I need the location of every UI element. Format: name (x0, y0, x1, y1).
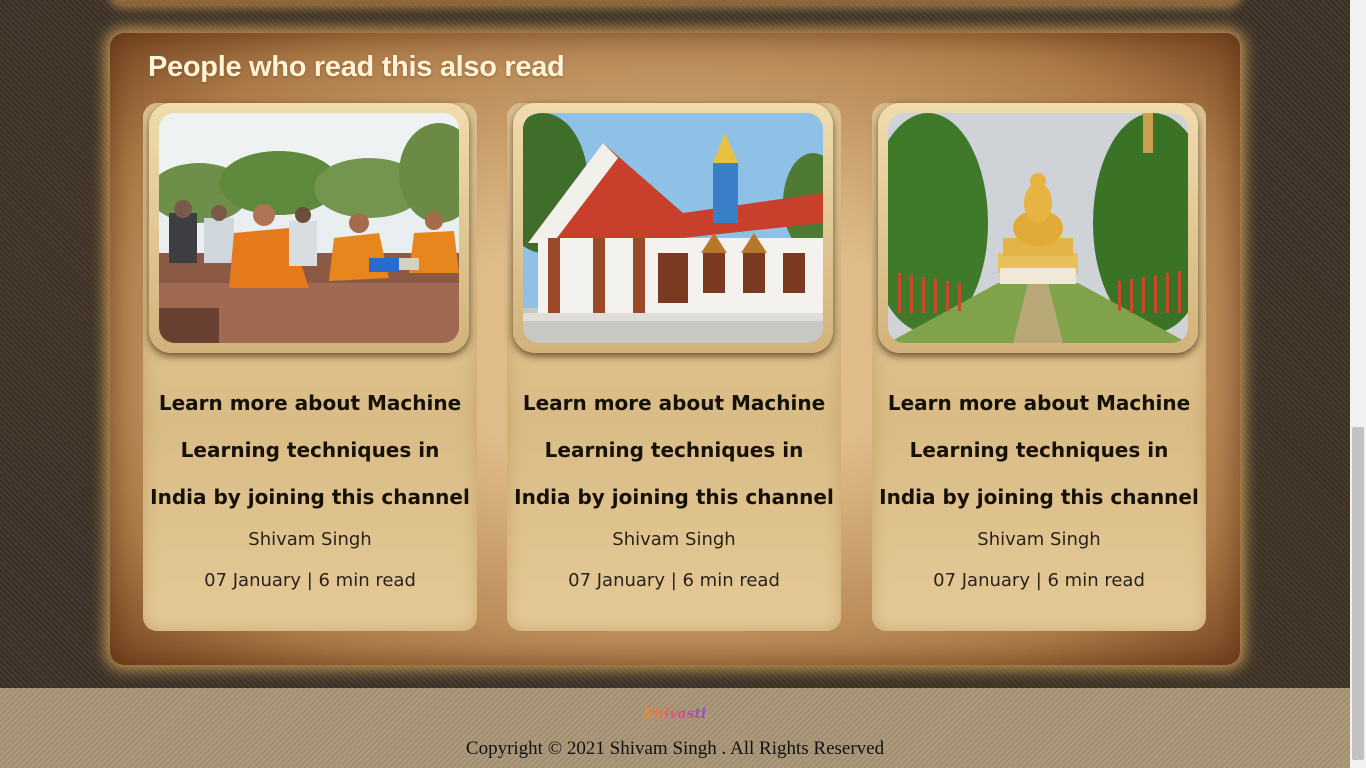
article-title-line[interactable]: Learn more about Machine (143, 380, 477, 427)
article-meta: 07 January | 6 min read (933, 570, 1145, 591)
article-image-frame (149, 103, 469, 353)
article-author: Shivam Singh (612, 529, 736, 550)
article-meta: 07 January | 6 min read (204, 570, 416, 591)
article-title[interactable]: Learn more about Machine Learning techni… (872, 380, 1206, 521)
article-image-frame (513, 103, 833, 353)
golden-buddha-statue-image[interactable] (888, 113, 1188, 343)
related-articles-section: People who read this also read Learn mor… (110, 33, 1240, 665)
article-meta: 07 January | 6 min read (568, 570, 780, 591)
article-image-frame (878, 103, 1198, 353)
article-title-line[interactable]: India by joining this channel (507, 474, 841, 521)
previous-section-edge (112, 0, 1238, 4)
article-title[interactable]: Learn more about Machine Learning techni… (143, 380, 477, 521)
copyright-text: Copyright © 2021 Shivam Singh . All Righ… (465, 738, 885, 759)
monks-meditating-image[interactable] (159, 113, 459, 343)
scrollbar-thumb[interactable] (1352, 427, 1364, 760)
section-title: People who read this also read (148, 51, 565, 83)
article-title-line[interactable]: Learning techniques in (507, 427, 841, 474)
vertical-scrollbar[interactable] (1350, 0, 1366, 768)
footer: Shivasti Copyright © 2021 Shivam Singh .… (0, 688, 1350, 768)
article-card[interactable]: Learn more about Machine Learning techni… (872, 103, 1206, 631)
article-title-line[interactable]: Learn more about Machine (507, 380, 841, 427)
article-title-line[interactable]: India by joining this channel (143, 474, 477, 521)
article-title-line[interactable]: Learning techniques in (872, 427, 1206, 474)
article-author: Shivam Singh (248, 529, 372, 550)
article-card[interactable]: Learn more about Machine Learning techni… (507, 103, 841, 631)
article-title-line[interactable]: India by joining this channel (872, 474, 1206, 521)
thai-temple-image[interactable] (523, 113, 823, 343)
article-author: Shivam Singh (977, 529, 1101, 550)
article-title-line[interactable]: Learning techniques in (143, 427, 477, 474)
article-title[interactable]: Learn more about Machine Learning techni… (507, 380, 841, 521)
site-logo[interactable]: Shivasti (639, 706, 711, 728)
article-card[interactable]: Learn more about Machine Learning techni… (143, 103, 477, 631)
article-title-line[interactable]: Learn more about Machine (872, 380, 1206, 427)
